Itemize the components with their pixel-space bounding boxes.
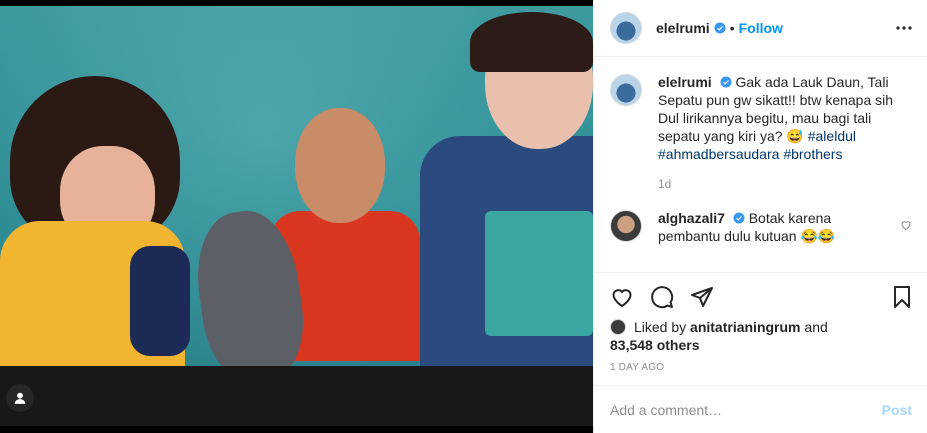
comment-row: alghazali7 Botak karena pembantu dulu ku… xyxy=(610,209,912,245)
likes-and: and xyxy=(804,319,828,335)
child-middle-head xyxy=(295,108,385,223)
child-right-hair xyxy=(470,12,593,72)
comment-icon[interactable] xyxy=(650,285,674,309)
caption-row: elelrumi Gak ada Lauk Daun, Tali Sepatu … xyxy=(610,73,912,163)
comment-input[interactable] xyxy=(610,401,882,418)
child-right-bib xyxy=(485,211,593,336)
caption-username[interactable]: elelrumi xyxy=(658,74,712,90)
more-icon[interactable] xyxy=(894,18,914,38)
author-avatar[interactable] xyxy=(610,12,642,44)
share-icon[interactable] xyxy=(690,285,714,309)
comment-like-heart-icon[interactable] xyxy=(900,219,912,231)
comment-username[interactable]: alghazali7 xyxy=(658,210,725,226)
liker-avatar[interactable] xyxy=(610,319,626,335)
comments-section: elelrumi Gak ada Lauk Daun, Tali Sepatu … xyxy=(594,57,927,270)
floor-shadow xyxy=(0,366,593,426)
verified-badge-icon xyxy=(720,76,732,88)
child-left-sleeve xyxy=(130,246,190,356)
add-comment-bar: Post xyxy=(594,385,927,433)
hashtag-link[interactable]: #aleldul xyxy=(808,128,856,144)
post-comment-button[interactable]: Post xyxy=(882,402,912,418)
post-photo[interactable] xyxy=(0,0,593,433)
commenter-avatar[interactable] xyxy=(610,210,642,242)
separator-dot: • xyxy=(729,20,735,36)
user-tag-icon[interactable] xyxy=(6,384,34,412)
verified-badge-icon xyxy=(714,22,726,34)
caption-text: elelrumi Gak ada Lauk Daun, Tali Sepatu … xyxy=(658,73,912,163)
caption-time[interactable]: 1d xyxy=(658,177,912,191)
liked-by-prefix: Liked by xyxy=(634,319,687,335)
post-timestamp[interactable]: 1 DAY AGO xyxy=(610,362,664,373)
bookmark-icon[interactable] xyxy=(890,285,914,309)
post-header: elelrumi • Follow xyxy=(594,0,927,57)
follow-button[interactable]: Follow xyxy=(739,20,783,36)
action-bar xyxy=(594,272,927,312)
likes-count[interactable]: 83,548 others xyxy=(610,337,700,353)
comment-text: alghazali7 Botak karena pembantu dulu ku… xyxy=(658,209,888,245)
heart-icon[interactable] xyxy=(610,285,634,309)
verified-badge-icon xyxy=(733,212,745,224)
hashtag-link[interactable]: #ahmadbersaudara xyxy=(658,146,779,162)
author-username[interactable]: elelrumi xyxy=(656,20,710,36)
hashtag-link[interactable]: #brothers xyxy=(783,146,842,162)
liker-username[interactable]: anitatrianingrum xyxy=(690,319,800,335)
photo-content xyxy=(0,6,593,426)
post-side-panel: elelrumi • Follow elelrumi Gak ada Lauk … xyxy=(593,0,927,433)
caption-avatar[interactable] xyxy=(610,74,642,106)
likes-summary: Liked by anitatrianingrum and 83,548 oth… xyxy=(610,318,910,354)
